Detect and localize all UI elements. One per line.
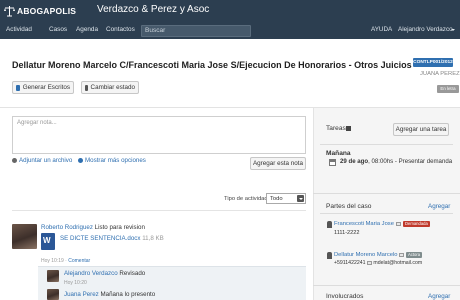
reply-item: Alejandro Verdazco Revisado xyxy=(64,270,145,277)
case-title: Dellatur Moreno Marcelo C/Francescoti Ma… xyxy=(12,60,412,70)
reply-user[interactable]: Alejandro Verdazco xyxy=(64,270,118,277)
divider xyxy=(12,210,306,211)
parties-title: Partes del caso xyxy=(326,203,372,210)
divider xyxy=(320,213,453,214)
party-email[interactable]: mdelat@hotmail.com xyxy=(373,260,422,266)
more-options-link[interactable]: Mostrar más opciones xyxy=(78,157,146,164)
email-icon xyxy=(366,261,372,265)
avatar xyxy=(12,224,37,249)
involved-title: Involucrados xyxy=(326,293,364,300)
tasks-title: Tareas xyxy=(326,125,346,132)
paperclip-icon xyxy=(12,157,17,163)
add-task-button[interactable]: Agregar una tarea xyxy=(393,123,449,136)
plus-icon xyxy=(78,157,83,163)
search-input[interactable]: Buscar xyxy=(141,25,251,37)
add-involved-link[interactable]: Agregar xyxy=(428,293,450,300)
tomorrow-title: Mañana xyxy=(326,150,351,157)
activity-text: Listo para revision xyxy=(94,224,145,231)
change-state-label: Cambiar estado xyxy=(90,84,135,91)
agenda-date: 29 de ago xyxy=(340,158,369,165)
generate-documents-label: Generar Escritos xyxy=(22,84,70,91)
divider xyxy=(320,144,453,145)
nav-agenda[interactable]: Agenda xyxy=(76,26,98,33)
nav-actividad[interactable]: Actividad xyxy=(6,26,32,33)
avatar xyxy=(47,270,59,282)
chevron-down-icon[interactable] xyxy=(451,29,455,31)
reply-user[interactable]: Juana Perez xyxy=(64,291,99,298)
add-note-button[interactable]: Agregar esta nota xyxy=(250,157,306,170)
more-options-label: Mostrar más opciones xyxy=(85,157,146,164)
party-phone: +5911422241 xyxy=(334,260,366,266)
person-icon xyxy=(327,221,332,228)
change-state-button[interactable]: Cambiar estado xyxy=(81,81,139,94)
attachment: SE DICTE SENTENCIA.docx 11,8 KB xyxy=(60,235,164,242)
party-name[interactable]: Francescoti Maria Jose xyxy=(334,221,394,227)
attach-file-link[interactable]: Adjuntar un archivo xyxy=(12,157,72,164)
attachment-name[interactable]: SE DICTE SENTENCIA.docx xyxy=(60,235,140,242)
add-party-link[interactable]: Agregar xyxy=(428,203,450,210)
reply-item: Juana Perez Mañana lo presento xyxy=(64,291,155,298)
document-icon xyxy=(16,84,20,91)
case-status-badge: En letra xyxy=(437,85,459,93)
vcard-icon[interactable] xyxy=(399,253,404,257)
filter-label: Tipo de actividad: xyxy=(224,196,270,202)
case-owner: JUANA PEREZ xyxy=(420,71,460,77)
logo[interactable]: ABOGAPOLIS xyxy=(4,4,76,18)
nav-casos[interactable]: Casos xyxy=(49,26,67,33)
person-icon xyxy=(327,252,332,259)
nav-contactos[interactable]: Contactos xyxy=(106,26,135,33)
chevron-down-icon[interactable] xyxy=(297,195,304,202)
defendant-badge: Demandada xyxy=(403,221,430,227)
comment-link[interactable]: Comentar xyxy=(68,258,90,264)
case-header xyxy=(0,39,460,107)
activity-meta: Hoy 10:19 · Comentar xyxy=(41,258,91,264)
settings-icon[interactable] xyxy=(346,126,351,131)
party-contact: +5911422241 mdelat@hotmail.com xyxy=(334,260,422,266)
activity-time: Hoy 10:19 xyxy=(41,258,64,264)
divider xyxy=(313,285,460,286)
divider xyxy=(313,193,460,194)
edit-icon xyxy=(85,84,88,91)
case-code-badge: CONTLP001/2012 xyxy=(413,58,453,67)
reply-time: Hoy 10:20 xyxy=(64,280,87,286)
generate-documents-button[interactable]: Generar Escritos xyxy=(12,81,74,94)
party-name[interactable]: Dellatur Moreno Marcelo xyxy=(334,252,397,258)
party-phone: 1111-2222 xyxy=(334,230,360,236)
attachment-size: 11,8 KB xyxy=(142,235,164,242)
reply-text: Revisado xyxy=(119,270,146,277)
logo-text: ABOGAPOLIS xyxy=(17,6,77,16)
avatar xyxy=(47,289,59,300)
plaintiff-badge: Actora xyxy=(406,252,423,258)
scales-icon xyxy=(4,6,15,17)
reply-text: Mañana lo presento xyxy=(100,291,156,298)
firm-name: Verdazco & Perez y Asoc xyxy=(97,4,210,15)
agenda-item[interactable]: 29 de ago, 08:00hs - Presentar demanda xyxy=(340,158,452,165)
word-document-icon[interactable] xyxy=(41,233,55,250)
help-link[interactable]: AYUDA xyxy=(371,26,392,33)
attach-file-label: Adjuntar un archivo xyxy=(19,157,73,164)
user-menu[interactable]: Alejandro Verdazco xyxy=(398,26,453,33)
note-input[interactable]: Agregar nota... xyxy=(12,116,306,154)
calendar-icon xyxy=(329,159,336,166)
activity-item: Roberto Rodriguez Listo para revision xyxy=(41,224,145,231)
agenda-event: , 08:00hs - Presentar demanda xyxy=(368,158,453,165)
vcard-icon[interactable] xyxy=(396,222,401,226)
activity-user[interactable]: Roberto Rodriguez xyxy=(41,224,93,231)
